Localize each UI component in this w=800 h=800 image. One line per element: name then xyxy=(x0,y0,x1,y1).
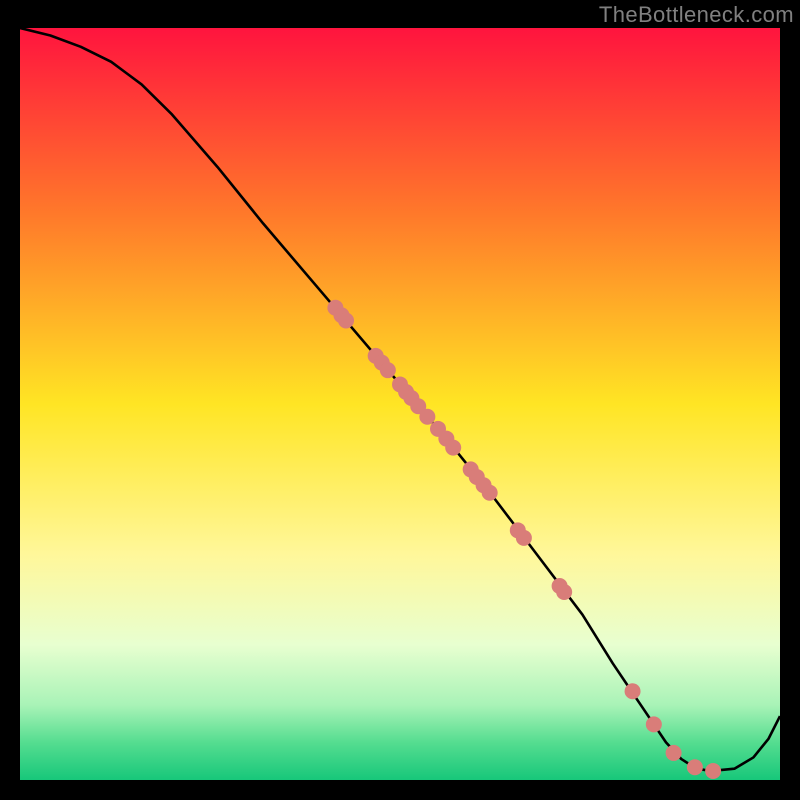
data-point xyxy=(482,485,498,501)
data-point xyxy=(445,440,461,456)
chart-container: TheBottleneck.com xyxy=(0,0,800,800)
data-point xyxy=(516,530,532,546)
data-point xyxy=(687,759,703,775)
data-point xyxy=(419,409,435,425)
data-point xyxy=(705,763,721,779)
data-point xyxy=(625,683,641,699)
watermark-label: TheBottleneck.com xyxy=(599,2,794,28)
plot-area xyxy=(20,28,780,780)
data-point xyxy=(380,362,396,378)
plot-svg xyxy=(20,28,780,780)
data-point xyxy=(338,313,354,329)
gradient-background xyxy=(20,28,780,780)
data-point xyxy=(556,584,572,600)
data-point xyxy=(666,745,682,761)
data-point xyxy=(646,716,662,732)
